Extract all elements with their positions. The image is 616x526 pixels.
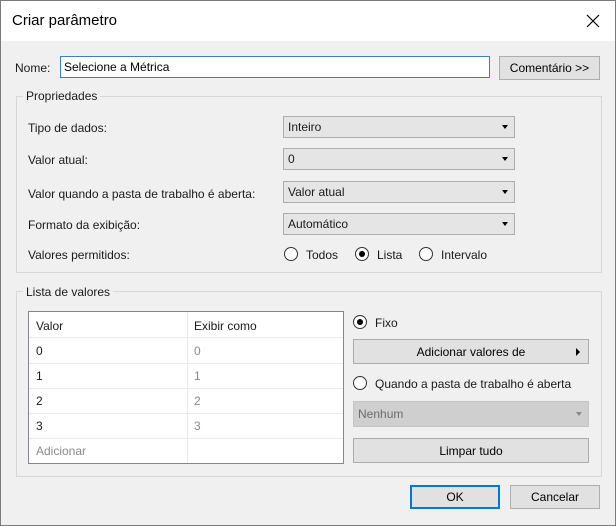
close-icon[interactable]: [581, 9, 605, 33]
ok-button[interactable]: OK: [410, 485, 500, 509]
radio-todos[interactable]: [284, 247, 298, 261]
on-open-select: Nenhum: [353, 401, 589, 427]
create-parameter-dialog: Criar parâmetro Nome: Comentário >> Prop…: [0, 0, 616, 526]
values-table[interactable]: Valor Exibir como 0 0 1 1 2 2 3 3 Adicio…: [28, 311, 344, 464]
name-label: Nome:: [15, 61, 51, 75]
radio-on-open[interactable]: [353, 376, 367, 390]
current-value-label: Valor atual:: [28, 153, 88, 167]
radio-todos-label[interactable]: Todos: [306, 248, 338, 262]
dialog-title: Criar parâmetro: [12, 12, 118, 29]
add-values-from-button[interactable]: Adicionar valores de: [353, 339, 589, 364]
row-display[interactable]: 0: [194, 344, 201, 358]
radio-fixed-label[interactable]: Fixo: [375, 316, 398, 330]
radio-lista-label[interactable]: Lista: [377, 248, 402, 262]
chevron-down-icon: [576, 412, 582, 416]
chevron-down-icon: [502, 222, 508, 226]
clear-all-button[interactable]: Limpar tudo: [353, 438, 589, 463]
row-value[interactable]: 3: [36, 419, 43, 433]
row-value[interactable]: 1: [36, 369, 43, 383]
display-format-value: Automático: [288, 217, 349, 231]
name-input[interactable]: [60, 56, 490, 78]
radio-lista[interactable]: [355, 247, 369, 261]
column-header-display[interactable]: Exibir como: [194, 319, 257, 333]
radio-fixed[interactable]: [353, 315, 367, 329]
data-type-select[interactable]: Inteiro: [283, 116, 515, 138]
table-header: Valor Exibir como: [29, 312, 343, 338]
comment-button[interactable]: Comentário >>: [499, 56, 600, 80]
chevron-down-icon: [502, 125, 508, 129]
open-value-value: Valor atual: [288, 185, 345, 199]
row-value[interactable]: 0: [36, 344, 43, 358]
data-type-value: Inteiro: [288, 120, 322, 134]
open-value-select[interactable]: Valor atual: [283, 181, 515, 203]
row-display[interactable]: 1: [194, 369, 201, 383]
add-row-placeholder[interactable]: Adicionar: [36, 444, 86, 458]
value-list-group-label: Lista de valores: [23, 285, 114, 299]
radio-on-open-label[interactable]: Quando a pasta de trabalho é aberta: [375, 377, 571, 391]
title-bar: Criar parâmetro: [1, 1, 615, 41]
allowed-values-label: Valores permitidos:: [28, 248, 130, 262]
radio-intervalo-label[interactable]: Intervalo: [441, 248, 487, 262]
display-format-label: Formato da exibição:: [28, 218, 141, 232]
row-value[interactable]: 2: [36, 394, 43, 408]
add-row[interactable]: Adicionar: [29, 438, 343, 463]
open-value-label: Valor quando a pasta de trabalho é abert…: [28, 187, 256, 201]
display-format-select[interactable]: Automático: [283, 213, 515, 235]
radio-intervalo[interactable]: [419, 247, 433, 261]
current-value-value: 0: [288, 152, 295, 166]
properties-group-label: Propriedades: [23, 89, 101, 103]
chevron-down-icon: [502, 190, 508, 194]
column-header-value[interactable]: Valor: [36, 319, 63, 333]
row-display[interactable]: 2: [194, 394, 201, 408]
on-open-select-value: Nenhum: [358, 407, 404, 421]
chevron-right-icon: [576, 348, 580, 356]
table-row[interactable]: 3 3: [29, 413, 343, 439]
table-row[interactable]: 1 1: [29, 363, 343, 389]
chevron-down-icon: [502, 157, 508, 161]
data-type-label: Tipo de dados:: [28, 121, 107, 135]
table-row[interactable]: 2 2: [29, 388, 343, 414]
row-display[interactable]: 3: [194, 419, 201, 433]
table-row[interactable]: 0 0: [29, 338, 343, 364]
add-values-from-label: Adicionar valores de: [416, 344, 526, 359]
cancel-button[interactable]: Cancelar: [510, 485, 600, 509]
current-value-select[interactable]: 0: [283, 148, 515, 170]
